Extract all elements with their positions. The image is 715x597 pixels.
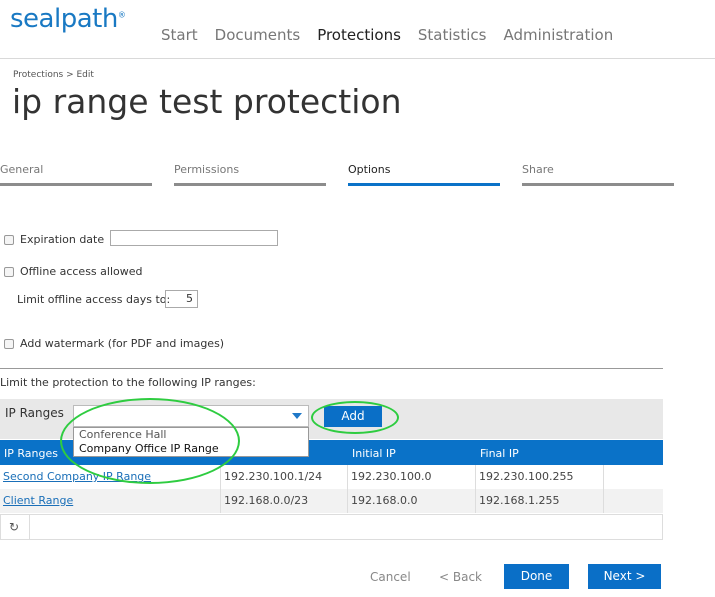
- dropdown-option-company-office[interactable]: Company Office IP Range: [74, 442, 308, 456]
- done-button[interactable]: Done: [504, 564, 569, 589]
- row-final-ip: 192.168.1.255: [476, 489, 604, 513]
- next-button[interactable]: Next >: [588, 564, 661, 589]
- page-title: ip range test protection: [12, 82, 402, 121]
- row-range: 192.230.100.1/24: [221, 465, 348, 489]
- expiration-date-input[interactable]: [110, 230, 278, 246]
- main-nav: Start Documents Protections Statistics A…: [161, 26, 613, 44]
- row-initial-ip: 192.168.0.0: [348, 489, 476, 513]
- row-final-ip: 192.230.100.255: [476, 465, 604, 489]
- table-footer: ↻: [0, 514, 663, 540]
- offline-checkbox[interactable]: [4, 266, 14, 277]
- tab-share[interactable]: Share: [522, 163, 674, 186]
- tab-general[interactable]: General: [0, 163, 152, 186]
- watermark-option: Add watermark (for PDF and images): [4, 337, 224, 350]
- header: sealpath® Start Documents Protections St…: [0, 0, 715, 59]
- watermark-label: Add watermark (for PDF and images): [20, 337, 225, 350]
- nav-statistics[interactable]: Statistics: [418, 26, 487, 44]
- footer-divider: [29, 515, 30, 539]
- divider: [0, 368, 663, 369]
- row-range: 192.168.0.0/23: [221, 489, 348, 513]
- caret-down-icon: [292, 413, 302, 419]
- expiration-option: Expiration date: [4, 233, 104, 246]
- limit-days-input[interactable]: 5: [165, 290, 198, 308]
- breadcrumb: Protections > Edit: [13, 70, 94, 80]
- ip-limit-text: Limit the protection to the following IP…: [0, 376, 256, 389]
- ip-range-dropdown: Conference Hall Company Office IP Range: [73, 427, 309, 457]
- limit-days-label: Limit offline access days to:: [17, 293, 171, 306]
- table-row: Client Range 192.168.0.0/23 192.168.0.0 …: [0, 489, 663, 513]
- header-ip-ranges: IP Ranges: [4, 447, 58, 460]
- nav-start[interactable]: Start: [161, 26, 198, 44]
- logo-mark: ®: [117, 10, 126, 20]
- refresh-icon[interactable]: ↻: [9, 520, 19, 534]
- row-name-link[interactable]: Second Company IP Range: [0, 465, 221, 489]
- dropdown-option-conference-hall[interactable]: Conference Hall: [74, 428, 308, 442]
- tab-permissions[interactable]: Permissions: [174, 163, 326, 186]
- row-name-link[interactable]: Client Range: [0, 489, 221, 513]
- nav-documents[interactable]: Documents: [215, 26, 301, 44]
- header-final-ip: Final IP: [480, 447, 519, 460]
- cancel-button[interactable]: Cancel: [370, 570, 411, 584]
- back-button[interactable]: < Back: [439, 570, 482, 584]
- tab-options[interactable]: Options: [348, 163, 500, 186]
- table-row: Second Company IP Range 192.230.100.1/24…: [0, 465, 663, 489]
- header-initial-ip: Initial IP: [352, 447, 396, 460]
- expiration-label: Expiration date: [20, 233, 105, 246]
- sealpath-logo[interactable]: sealpath®: [10, 4, 126, 34]
- row-initial-ip: 192.230.100.0: [348, 465, 476, 489]
- watermark-checkbox[interactable]: [4, 338, 14, 349]
- ip-range-label: IP Ranges: [5, 406, 64, 420]
- offline-label: Offline access allowed: [20, 265, 143, 278]
- nav-administration[interactable]: Administration: [503, 26, 613, 44]
- expiration-checkbox[interactable]: [4, 234, 14, 245]
- add-button[interactable]: Add: [324, 406, 382, 427]
- logo-text: sealpath: [10, 4, 118, 34]
- ip-range-select[interactable]: [73, 405, 309, 427]
- offline-option: Offline access allowed: [4, 265, 142, 278]
- nav-protections[interactable]: Protections: [317, 26, 401, 44]
